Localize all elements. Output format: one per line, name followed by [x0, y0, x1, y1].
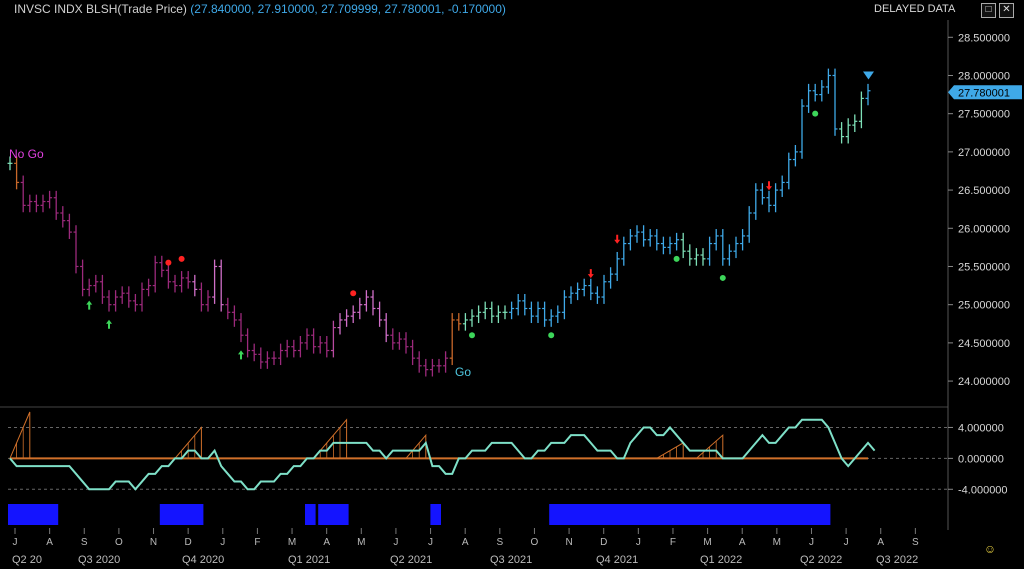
price-tick-label: 26.500000	[958, 185, 1010, 197]
go-dot-icon	[469, 332, 475, 339]
month-label: J	[636, 537, 641, 548]
month-label: M	[773, 537, 781, 548]
quarter-label: Q3 2020	[78, 554, 120, 566]
go-label: Go	[455, 365, 471, 379]
last-bar-triangle-icon	[863, 71, 874, 80]
price-tick-label: 27.000000	[958, 147, 1010, 159]
month-label: J	[220, 537, 225, 548]
go-dot-icon	[812, 110, 819, 117]
blue-regime-bar	[549, 504, 831, 525]
month-label: J	[13, 537, 18, 548]
quarter-label: Q4 2021	[596, 554, 638, 566]
month-label: A	[46, 537, 53, 548]
month-label: S	[496, 537, 503, 548]
month-label: F	[670, 537, 676, 548]
arrow-down-icon	[766, 181, 772, 191]
quarter-label: Q4 2020	[182, 554, 224, 566]
month-label: S	[912, 537, 919, 548]
last-price-label: 27.780001	[958, 87, 1010, 99]
month-label: O	[115, 537, 123, 548]
osc-amber-spike	[9, 411, 31, 459]
price-tick-label: 24.000000	[958, 376, 1010, 388]
month-label: N	[150, 537, 157, 548]
go-dot-icon	[548, 332, 555, 339]
arrow-down-icon	[614, 234, 621, 244]
quarter-label: Q1 2022	[700, 554, 742, 566]
month-label: M	[357, 537, 365, 548]
month-label: J	[844, 537, 849, 548]
arrow-down-icon	[587, 269, 594, 279]
blue-regime-bar	[159, 504, 204, 525]
quarter-label: Q1 2021	[288, 554, 330, 566]
arrow-up-icon	[106, 319, 112, 329]
price-tick-label: 28.500000	[958, 32, 1010, 44]
month-label: M	[703, 537, 711, 548]
month-label: O	[531, 537, 539, 548]
quarter-label: Q2 20	[12, 554, 42, 566]
nogo-label: No Go	[9, 147, 44, 161]
osc-tick-label: -4.000000	[958, 484, 1008, 496]
price-tick-label: 25.000000	[958, 300, 1010, 312]
month-label: D	[600, 537, 607, 548]
month-label: N	[565, 537, 572, 548]
arrow-up-icon	[86, 300, 93, 310]
quarter-label: Q2 2021	[390, 554, 432, 566]
blue-regime-bar	[318, 504, 349, 525]
month-label: D	[185, 537, 192, 548]
month-label: A	[739, 537, 746, 548]
price-tick-label: 26.000000	[958, 223, 1010, 235]
nogo-dot-icon	[178, 255, 185, 262]
month-label: A	[877, 537, 884, 548]
chart-canvas[interactable]: 28.500000 28.000000 27.500000 27.000000 26.5…	[0, 0, 1024, 569]
osc-tick-label: 0.000000	[958, 453, 1004, 465]
quarter-label: Q2 2022	[800, 554, 842, 566]
month-label: J	[428, 537, 433, 548]
blue-regime-bar	[430, 504, 441, 525]
month-label: S	[81, 537, 88, 548]
month-label: J	[393, 537, 398, 548]
price-tick-label: 24.500000	[958, 338, 1010, 350]
price-tick-label: 28.000000	[958, 70, 1010, 82]
osc-line	[9, 418, 876, 491]
blue-regime-bar	[8, 504, 59, 525]
nogo-dot-icon	[350, 290, 357, 297]
smiley-icon: ☺	[984, 542, 996, 556]
arrow-up-icon	[238, 350, 244, 360]
price-tick-label: 27.500000	[958, 109, 1010, 121]
go-dot-icon	[673, 255, 680, 262]
go-dot-icon	[719, 274, 726, 281]
month-label: F	[254, 537, 260, 548]
quarter-label: Q3 2021	[490, 554, 532, 566]
nogo-dot-icon	[165, 259, 172, 266]
month-label: A	[323, 537, 330, 548]
month-label: A	[462, 537, 469, 548]
quarter-label: Q3 2022	[876, 554, 918, 566]
osc-tick-label: 4.000000	[958, 422, 1004, 434]
price-tick-label: 25.500000	[958, 261, 1010, 273]
month-label: M	[288, 537, 296, 548]
blue-regime-bar	[305, 504, 316, 525]
month-label: J	[809, 537, 814, 548]
